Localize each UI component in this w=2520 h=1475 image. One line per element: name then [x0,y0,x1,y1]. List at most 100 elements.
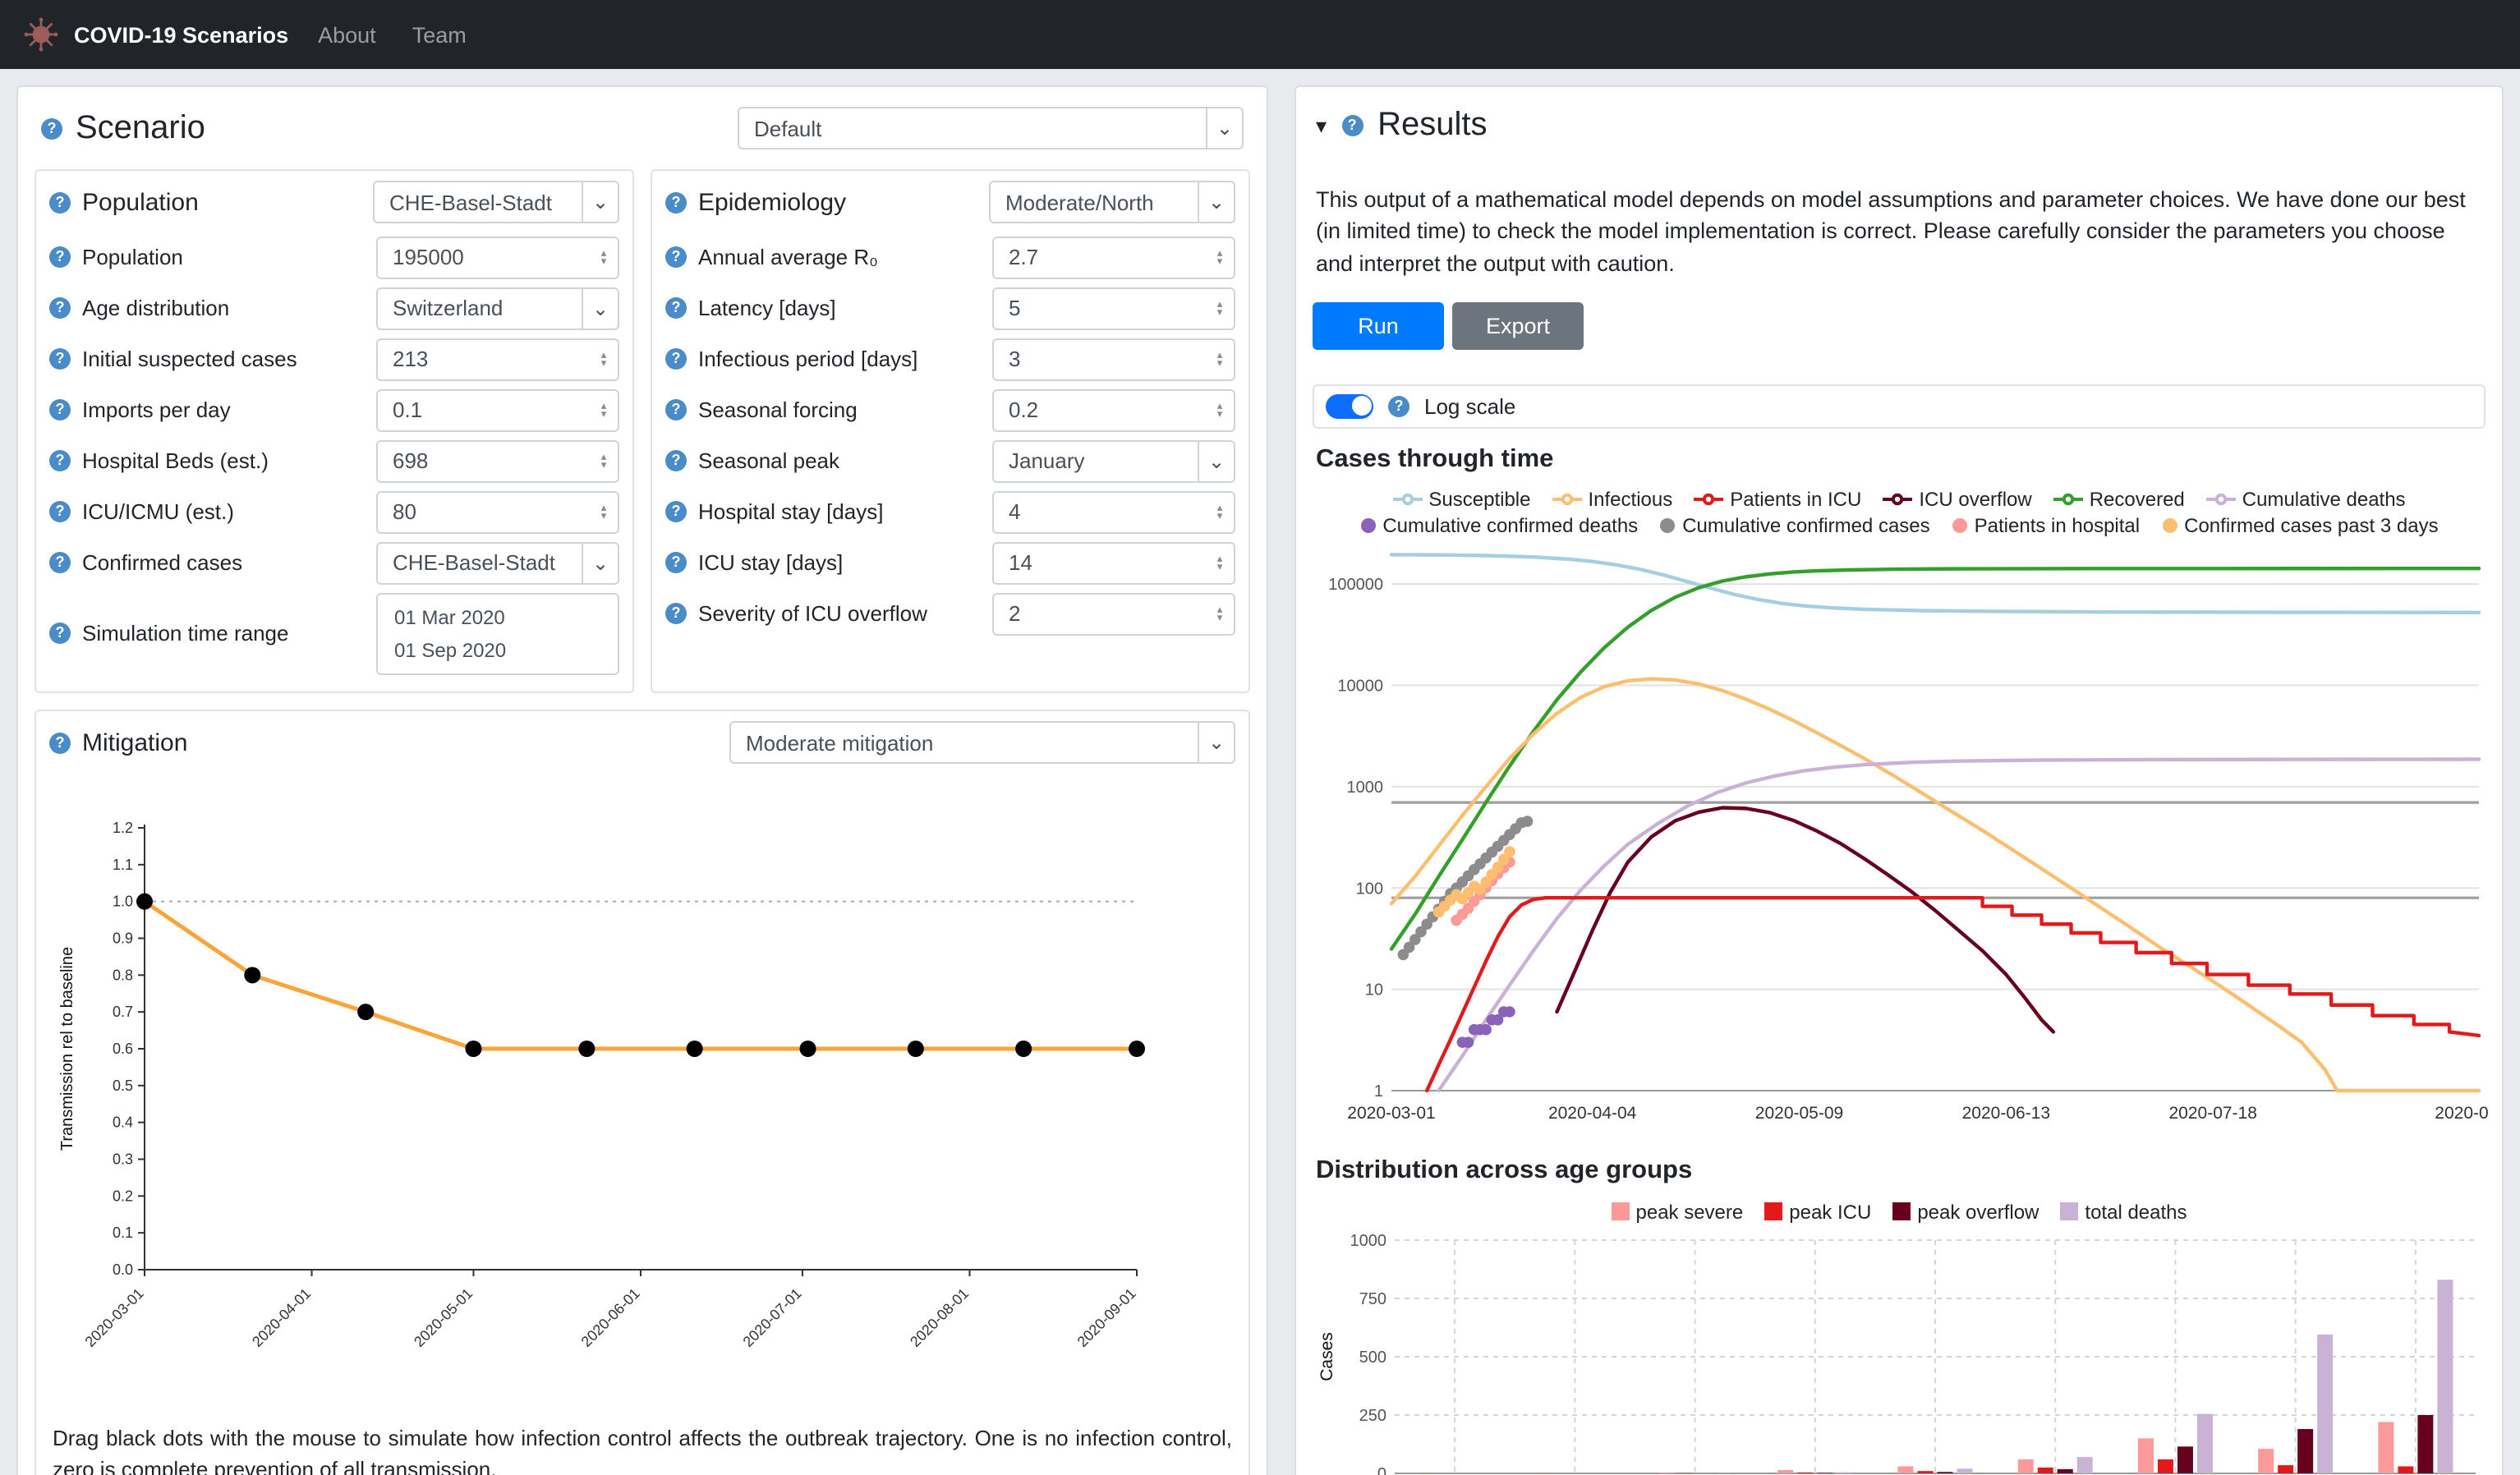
help-icon[interactable]: ? [41,117,62,139]
stepper-icon[interactable]: ▴▾ [1209,554,1234,571]
help-icon[interactable]: ? [49,552,71,573]
param-label: Confirmed cases [82,550,242,575]
cases-chart[interactable]: 1101001000100001000002020-03-012020-04-0… [1313,536,2489,1136]
param-label: Severity of ICU overflow [698,601,927,626]
help-icon[interactable]: ? [49,399,71,420]
stepper-icon[interactable]: ▴▾ [1209,300,1234,316]
cases-legend-row-1: Susceptible Infectious Patients in ICU ICU … [1392,487,2405,510]
stepper-icon[interactable]: ▴▾ [1209,503,1234,520]
help-icon[interactable]: ? [665,246,687,268]
r0-row: ?Annual average R₀2.7▴▾ [665,232,1235,283]
legend-item[interactable]: Cumulative confirmed cases [1659,513,1929,536]
population-input[interactable]: 195000▴▾ [376,236,619,278]
r0-input[interactable]: 2.7▴▾ [992,236,1235,278]
help-icon[interactable]: ? [665,191,687,213]
help-icon[interactable]: ? [49,297,71,319]
stepper-icon[interactable]: ▴▾ [1209,402,1234,418]
export-button[interactable]: Export [1452,301,1584,349]
help-icon[interactable]: ? [49,246,71,268]
svg-text:0.1: 0.1 [113,1225,133,1241]
help-icon[interactable]: ? [49,450,71,471]
confirmed-cases-select[interactable]: CHE-Basel-Stadt⌄ [376,541,619,584]
svg-text:2020-04-04: 2020-04-04 [1548,1103,1637,1122]
icu-overflow-severity-row: ? Severity of ICU overflow 2▴▾ [665,588,1235,639]
stepper-icon[interactable]: ▴▾ [593,402,618,418]
age-chart-title: Distribution across age groups [1313,1156,2486,1185]
help-icon[interactable]: ? [665,552,687,573]
hospital-beds-input[interactable]: 698▴▾ [376,439,619,482]
log-scale-toggle[interactable] [1326,393,1373,418]
svg-text:0.5: 0.5 [113,1078,133,1094]
collapse-caret-icon[interactable]: ▾ [1316,113,1327,139]
help-icon[interactable]: ? [49,191,71,213]
population-preset-select[interactable]: CHE-Basel-Stadt ⌄ [373,181,619,223]
hospital-stay-row: ?Hospital stay [days]4▴▾ [665,486,1235,537]
app-title[interactable]: COVID-19 Scenarios [74,22,288,47]
param-label: Seasonal forcing [698,397,858,422]
legend-item[interactable]: Patients in hospital [1952,513,2140,536]
hospital-stay-input[interactable]: 4▴▾ [992,490,1235,533]
help-icon[interactable]: ? [665,450,687,471]
infectious-period-input[interactable]: 3▴▾ [992,338,1235,380]
legend-item[interactable]: Confirmed cases past 3 days [2161,513,2439,536]
virus-logo-icon[interactable] [23,16,59,53]
epidemiology-preset-select[interactable]: Moderate/North ⌄ [989,181,1235,223]
icu-stay-input[interactable]: 14▴▾ [992,541,1235,584]
svg-text:2020-09-01: 2020-09-01 [2435,1103,2489,1122]
stepper-icon[interactable]: ▴▾ [593,503,618,520]
legend-dot-icon [1659,517,1676,533]
help-icon[interactable]: ? [49,732,71,753]
legend-item[interactable]: peak severe [1612,1200,1744,1223]
population-panel: ? Population CHE-Basel-Stadt ⌄ ?Populati… [34,169,634,693]
age-distribution-select[interactable]: Switzerland⌄ [376,287,619,329]
help-icon[interactable]: ? [665,501,687,522]
latency-input[interactable]: 5▴▾ [992,287,1235,329]
legend-item[interactable]: peak ICU [1764,1200,1871,1223]
mitigation-chart[interactable]: 0.00.10.20.30.40.50.60.70.80.91.01.11.22… [49,772,1235,1421]
icu-beds-input[interactable]: 80▴▾ [376,490,619,533]
help-icon[interactable]: ? [665,348,687,370]
run-button[interactable]: Run [1313,301,1444,349]
legend-item[interactable]: Patients in ICU [1694,487,1861,510]
help-icon[interactable]: ? [49,501,71,522]
legend-item[interactable]: Cumulative confirmed deaths [1359,513,1638,536]
help-icon[interactable]: ? [49,623,71,644]
stepper-icon[interactable]: ▴▾ [1209,249,1234,265]
initial-suspected-cases-input[interactable]: 213▴▾ [376,338,619,380]
seasonal-forcing-input[interactable]: 0.2▴▾ [992,388,1235,431]
help-icon[interactable]: ? [49,348,71,370]
imports-per-day-input[interactable]: 0.1▴▾ [376,388,619,431]
stepper-icon[interactable]: ▴▾ [1209,605,1234,622]
param-label: Initial suspected cases [82,347,297,371]
legend-item[interactable]: total deaths [2060,1200,2187,1223]
stepper-icon[interactable]: ▴▾ [593,453,618,469]
stepper-icon[interactable]: ▴▾ [1209,351,1234,367]
scenario-header: ? Scenario Default ⌄ [34,100,1250,169]
results-card: ▾ ? Results This output of a mathematica… [1294,85,2504,1475]
legend-item[interactable]: peak overflow [1892,1200,2039,1223]
legend-item[interactable]: Cumulative deaths [2206,487,2406,510]
nav-link-about[interactable]: About [318,22,376,47]
legend-item[interactable]: ICU overflow [1883,487,2031,510]
svg-text:0.7: 0.7 [113,1004,133,1020]
stepper-icon[interactable]: ▴▾ [593,351,618,367]
legend-item[interactable]: Susceptible [1392,487,1530,510]
nav-link-team[interactable]: Team [412,22,467,47]
age-distribution-chart[interactable]: 025050075010000-910-1920-2930-3940-4950-… [1313,1229,2489,1475]
legend-item[interactable]: Infectious [1552,487,1673,510]
mitigation-preset-select[interactable]: Moderate mitigation ⌄ [729,721,1235,764]
help-icon[interactable]: ? [665,399,687,420]
scenario-preset-select[interactable]: Default ⌄ [738,107,1244,149]
legend-item[interactable]: Recovered [2053,487,2185,510]
seasonal-peak-select[interactable]: January⌄ [992,439,1235,482]
icu-overflow-severity-input[interactable]: 2▴▾ [992,592,1235,635]
help-icon[interactable]: ? [665,297,687,319]
cases-legend-row-2: Cumulative confirmed deaths Cumulative co… [1359,513,2438,536]
help-icon[interactable]: ? [665,603,687,624]
svg-text:0.8: 0.8 [113,967,133,983]
simulation-time-range-picker[interactable]: 01 Mar 202001 Sep 2020 [376,592,619,674]
help-icon[interactable]: ? [1388,395,1409,416]
stepper-icon[interactable]: ▴▾ [593,249,618,265]
seasonal-peak-row: ?Seasonal peakJanuary⌄ [665,435,1235,486]
help-icon[interactable]: ? [1341,115,1363,136]
